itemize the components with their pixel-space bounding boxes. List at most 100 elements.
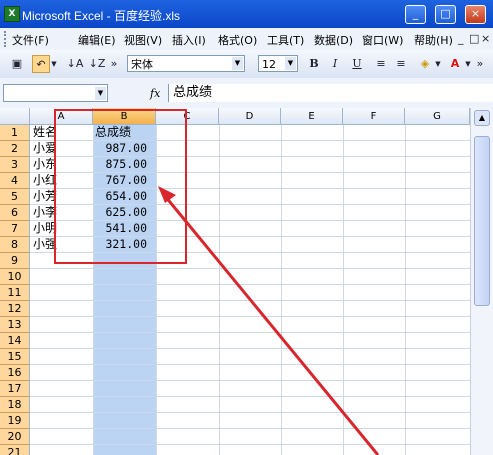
column-header-c[interactable]: C	[156, 108, 219, 125]
row-header[interactable]: 17	[0, 381, 30, 397]
menu-window[interactable]: 窗口(W)	[362, 32, 403, 48]
chevron-down-icon[interactable]: ▼	[232, 57, 243, 70]
row-header[interactable]: 13	[0, 317, 30, 333]
menu-bar: 文件(F) 编辑(E) 视图(V) 插入(I) 格式(O) 工具(T) 数据(D…	[0, 28, 493, 51]
row-header[interactable]: 11	[0, 285, 30, 301]
row-header[interactable]: 2	[0, 141, 30, 157]
maximize-button[interactable]: □	[435, 5, 456, 24]
cell-a6[interactable]: 小李	[33, 204, 57, 220]
cell-a3[interactable]: 小东	[33, 156, 57, 172]
row-header[interactable]: 21	[0, 445, 30, 455]
fill-color-icon[interactable]: ◈	[416, 55, 434, 73]
cell-a2[interactable]: 小爱	[33, 140, 57, 156]
cell-b5[interactable]: 654.00	[95, 188, 147, 204]
font-color-dropdown-icon[interactable]: ▼	[464, 55, 472, 73]
name-box[interactable]: ▼	[3, 84, 108, 102]
close-button[interactable]: ×	[465, 5, 486, 24]
align-left-icon[interactable]: ≡	[372, 55, 390, 73]
formatting-toolbar: ▣ ↶ ▼ ↓A ↓Z » 宋体 ▼ 12 ▼ B I U ≡ ≡ ◈ ▼ A …	[0, 50, 493, 79]
row-header[interactable]: 14	[0, 333, 30, 349]
row-header[interactable]: 9	[0, 253, 30, 269]
window-title: Microsoft Excel - 百度经验.xls	[22, 9, 181, 23]
menu-file[interactable]: 文件(F)	[12, 32, 49, 48]
row-header[interactable]: 7	[0, 221, 30, 237]
worksheet-grid[interactable]: A B C D E F G 1 2 3 4 5 6 7 8 9 10 11 12 13 14 15 16 17 1…	[0, 108, 493, 455]
cell-b3[interactable]: 875.00	[95, 156, 147, 172]
fx-icon[interactable]: fx	[150, 87, 160, 100]
row-header[interactable]: 10	[0, 269, 30, 285]
sort-ascending-icon[interactable]: ↓A	[66, 55, 84, 73]
align-center-icon[interactable]: ≡	[392, 55, 410, 73]
row-gridline	[30, 300, 470, 301]
column-header-g[interactable]: G	[405, 108, 470, 125]
column-header-d[interactable]: D	[219, 108, 281, 125]
row-header[interactable]: 20	[0, 429, 30, 445]
row-header[interactable]: 3	[0, 157, 30, 173]
row-header[interactable]: 1	[0, 125, 30, 141]
cell-b6[interactable]: 625.00	[95, 204, 147, 220]
cell-a8[interactable]: 小强	[33, 236, 57, 252]
cell-b8[interactable]: 321.00	[95, 236, 147, 252]
cell-b2[interactable]: 987.00	[95, 140, 147, 156]
formula-bar: ▼ fx 总成绩	[0, 78, 493, 109]
doc-restore-button[interactable]: □	[469, 32, 479, 45]
fill-color-dropdown-icon[interactable]: ▼	[434, 55, 442, 73]
select-all-corner[interactable]	[0, 108, 30, 125]
toolbar-more-icon[interactable]: »	[476, 55, 484, 73]
row-gridline	[30, 380, 470, 381]
cell-a4[interactable]: 小红	[33, 172, 57, 188]
cell-a7[interactable]: 小明	[33, 220, 57, 236]
chevron-down-icon[interactable]: ▼	[95, 87, 106, 100]
undo-dropdown-icon[interactable]: ▼	[50, 55, 58, 73]
font-size-select[interactable]: 12 ▼	[258, 55, 298, 72]
column-header-b[interactable]: B	[93, 108, 156, 125]
doc-minimize-button[interactable]: _	[458, 32, 464, 45]
menu-format[interactable]: 格式(O)	[218, 32, 257, 48]
minimize-button[interactable]: _	[405, 5, 426, 24]
menu-view[interactable]: 视图(V)	[124, 32, 162, 48]
menu-data[interactable]: 数据(D)	[314, 32, 353, 48]
row-gridline	[30, 364, 470, 365]
row-header[interactable]: 5	[0, 189, 30, 205]
bold-button[interactable]: B	[305, 55, 323, 73]
save-icon[interactable]: ▣	[8, 55, 26, 73]
chevron-down-icon[interactable]: ▼	[285, 57, 296, 70]
undo-icon[interactable]: ↶	[32, 55, 50, 73]
row-gridline	[30, 284, 470, 285]
font-color-button[interactable]: A	[446, 55, 464, 73]
menu-insert[interactable]: 插入(I)	[172, 32, 206, 48]
row-gridline	[30, 412, 470, 413]
scroll-up-icon[interactable]: ▲	[474, 110, 490, 126]
sort-descending-icon[interactable]: ↓Z	[88, 55, 106, 73]
font-name-value: 宋体	[131, 58, 153, 71]
column-header-a[interactable]: A	[30, 108, 93, 125]
row-header[interactable]: 4	[0, 173, 30, 189]
cell-b4[interactable]: 767.00	[95, 172, 147, 188]
row-header[interactable]: 19	[0, 413, 30, 429]
toolbar-options-icon[interactable]: »	[110, 55, 118, 73]
scroll-thumb[interactable]	[474, 136, 490, 306]
row-header[interactable]: 16	[0, 365, 30, 381]
menu-help[interactable]: 帮助(H)	[414, 32, 453, 48]
cell-b1[interactable]: 总成绩	[95, 124, 131, 140]
column-header-e[interactable]: E	[281, 108, 343, 125]
vertical-scrollbar[interactable]: ▲	[470, 108, 493, 455]
cell-a5[interactable]: 小芳	[33, 188, 57, 204]
menu-grip-icon[interactable]	[4, 31, 9, 47]
underline-button[interactable]: U	[348, 55, 366, 73]
formula-input[interactable]: 总成绩	[168, 84, 493, 102]
row-header[interactable]: 6	[0, 205, 30, 221]
cell-b7[interactable]: 541.00	[95, 220, 147, 236]
italic-button[interactable]: I	[326, 55, 344, 73]
row-gridline	[30, 332, 470, 333]
column-header-f[interactable]: F	[343, 108, 405, 125]
row-header[interactable]: 12	[0, 301, 30, 317]
row-header[interactable]: 15	[0, 349, 30, 365]
cell-a1[interactable]: 姓名	[33, 124, 57, 140]
menu-edit[interactable]: 编辑(E)	[78, 32, 116, 48]
doc-close-button[interactable]: ×	[481, 32, 490, 45]
row-header[interactable]: 8	[0, 237, 30, 253]
menu-tools[interactable]: 工具(T)	[267, 32, 304, 48]
font-name-select[interactable]: 宋体 ▼	[127, 55, 245, 72]
row-header[interactable]: 18	[0, 397, 30, 413]
